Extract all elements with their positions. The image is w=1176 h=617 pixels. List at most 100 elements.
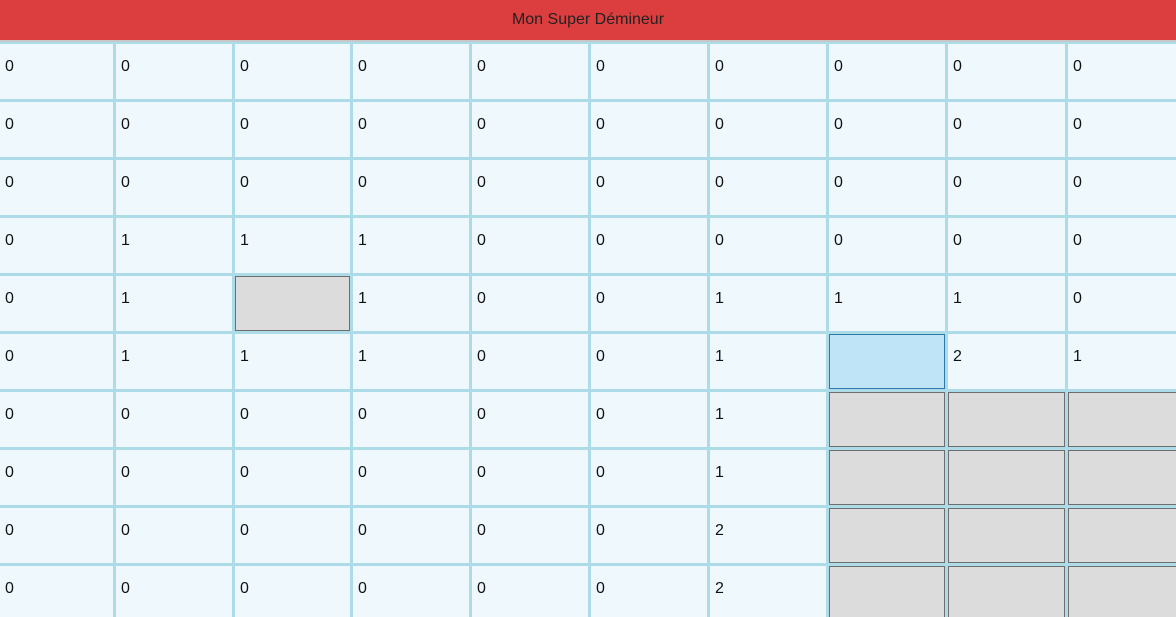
title-bar: Mon Super Démineur bbox=[0, 0, 1176, 42]
board-cell-r3-c9: 0 bbox=[1068, 218, 1176, 273]
board-cell-r3-c0: 0 bbox=[0, 218, 113, 273]
board-cell-r1-c2: 0 bbox=[235, 102, 350, 157]
board-cell-r0-c6: 0 bbox=[710, 44, 826, 99]
board-cell-r4-c6: 1 bbox=[710, 276, 826, 331]
board-cell-r5-c9: 1 bbox=[1068, 334, 1176, 389]
board-cell-r9-c6: 2 bbox=[710, 566, 826, 617]
board-cell-r4-c0: 0 bbox=[0, 276, 113, 331]
board-cell-r4-c7: 1 bbox=[829, 276, 945, 331]
board-cell-r9-c3: 0 bbox=[353, 566, 469, 617]
board-cell-r2-c7: 0 bbox=[829, 160, 945, 215]
board-cell-r0-c7: 0 bbox=[829, 44, 945, 99]
board-cell-r9-c9[interactable] bbox=[1068, 566, 1176, 617]
board-cell-r0-c5: 0 bbox=[591, 44, 707, 99]
board-cell-r5-c1: 1 bbox=[116, 334, 232, 389]
board-cell-r7-c3: 0 bbox=[353, 450, 469, 505]
board-cell-r3-c4: 0 bbox=[472, 218, 588, 273]
board-cell-r8-c5: 0 bbox=[591, 508, 707, 563]
board-cell-r1-c0: 0 bbox=[0, 102, 113, 157]
board-cell-r0-c0: 0 bbox=[0, 44, 113, 99]
board-cell-r2-c9: 0 bbox=[1068, 160, 1176, 215]
board-cell-r2-c1: 0 bbox=[116, 160, 232, 215]
board-cell-r7-c5: 0 bbox=[591, 450, 707, 505]
board-cell-r9-c1: 0 bbox=[116, 566, 232, 617]
board-cell-r6-c5: 0 bbox=[591, 392, 707, 447]
board-cell-r2-c4: 0 bbox=[472, 160, 588, 215]
board-cell-r7-c9[interactable] bbox=[1068, 450, 1176, 505]
board-cell-r7-c8[interactable] bbox=[948, 450, 1065, 505]
board-cell-r1-c9: 0 bbox=[1068, 102, 1176, 157]
board-cell-r2-c0: 0 bbox=[0, 160, 113, 215]
board-cell-r3-c1: 1 bbox=[116, 218, 232, 273]
board-cell-r8-c8[interactable] bbox=[948, 508, 1065, 563]
board-cell-r6-c6: 1 bbox=[710, 392, 826, 447]
board-cell-r8-c4: 0 bbox=[472, 508, 588, 563]
board-cell-r1-c8: 0 bbox=[948, 102, 1065, 157]
board-cell-r2-c3: 0 bbox=[353, 160, 469, 215]
board-cell-r0-c2: 0 bbox=[235, 44, 350, 99]
board-cell-r8-c0: 0 bbox=[0, 508, 113, 563]
board-cell-r4-c2[interactable] bbox=[235, 276, 350, 331]
board-cell-r1-c3: 0 bbox=[353, 102, 469, 157]
board-cell-r7-c0: 0 bbox=[0, 450, 113, 505]
board-cell-r0-c4: 0 bbox=[472, 44, 588, 99]
board-cell-r9-c2: 0 bbox=[235, 566, 350, 617]
board-cell-r8-c7[interactable] bbox=[829, 508, 945, 563]
board-cell-r8-c1: 0 bbox=[116, 508, 232, 563]
board-cell-r7-c4: 0 bbox=[472, 450, 588, 505]
board-cell-r3-c3: 1 bbox=[353, 218, 469, 273]
board-cell-r1-c5: 0 bbox=[591, 102, 707, 157]
board-cell-r5-c2: 1 bbox=[235, 334, 350, 389]
board-cell-r9-c8[interactable] bbox=[948, 566, 1065, 617]
board-cell-r4-c4: 0 bbox=[472, 276, 588, 331]
board-cell-r4-c1: 1 bbox=[116, 276, 232, 331]
board-cell-r5-c7[interactable] bbox=[829, 334, 945, 389]
board-cell-r4-c8: 1 bbox=[948, 276, 1065, 331]
board-cell-r6-c7[interactable] bbox=[829, 392, 945, 447]
board-cell-r4-c3: 1 bbox=[353, 276, 469, 331]
board-cell-r7-c2: 0 bbox=[235, 450, 350, 505]
board-cell-r6-c2: 0 bbox=[235, 392, 350, 447]
board-cell-r3-c6: 0 bbox=[710, 218, 826, 273]
board-cell-r5-c3: 1 bbox=[353, 334, 469, 389]
board-cell-r6-c3: 0 bbox=[353, 392, 469, 447]
board-cell-r9-c4: 0 bbox=[472, 566, 588, 617]
board-cell-r2-c2: 0 bbox=[235, 160, 350, 215]
board-cell-r9-c7[interactable] bbox=[829, 566, 945, 617]
board-cell-r2-c5: 0 bbox=[591, 160, 707, 215]
board-cell-r8-c6: 2 bbox=[710, 508, 826, 563]
board-cell-r0-c1: 0 bbox=[116, 44, 232, 99]
minesweeper-board: 0000000000000000000000000000000111000000… bbox=[0, 42, 1176, 617]
board-cell-r4-c9: 0 bbox=[1068, 276, 1176, 331]
board-cell-r1-c4: 0 bbox=[472, 102, 588, 157]
board-cell-r8-c2: 0 bbox=[235, 508, 350, 563]
board-cell-r0-c3: 0 bbox=[353, 44, 469, 99]
board-cell-r2-c6: 0 bbox=[710, 160, 826, 215]
board-cell-r8-c3: 0 bbox=[353, 508, 469, 563]
board-cell-r1-c6: 0 bbox=[710, 102, 826, 157]
board-cell-r6-c8[interactable] bbox=[948, 392, 1065, 447]
board-cell-r5-c6: 1 bbox=[710, 334, 826, 389]
board-cell-r3-c5: 0 bbox=[591, 218, 707, 273]
board-cell-r6-c9[interactable] bbox=[1068, 392, 1176, 447]
board-cell-r5-c8: 2 bbox=[948, 334, 1065, 389]
board-cell-r9-c5: 0 bbox=[591, 566, 707, 617]
board-cell-r3-c7: 0 bbox=[829, 218, 945, 273]
board-cell-r6-c4: 0 bbox=[472, 392, 588, 447]
board-cell-r5-c4: 0 bbox=[472, 334, 588, 389]
board-cell-r2-c8: 0 bbox=[948, 160, 1065, 215]
board-cell-r9-c0: 0 bbox=[0, 566, 113, 617]
board-cell-r7-c7[interactable] bbox=[829, 450, 945, 505]
board-cell-r6-c0: 0 bbox=[0, 392, 113, 447]
board-cell-r7-c1: 0 bbox=[116, 450, 232, 505]
minesweeper-app: Mon Super Démineur 000000000000000000000… bbox=[0, 0, 1176, 617]
board-cell-r8-c9[interactable] bbox=[1068, 508, 1176, 563]
board-cell-r0-c9: 0 bbox=[1068, 44, 1176, 99]
board-cell-r7-c6: 1 bbox=[710, 450, 826, 505]
board-cell-r3-c8: 0 bbox=[948, 218, 1065, 273]
board-cell-r1-c7: 0 bbox=[829, 102, 945, 157]
board-cell-r0-c8: 0 bbox=[948, 44, 1065, 99]
board-cell-r3-c2: 1 bbox=[235, 218, 350, 273]
board-cell-r5-c5: 0 bbox=[591, 334, 707, 389]
board-cell-r5-c0: 0 bbox=[0, 334, 113, 389]
